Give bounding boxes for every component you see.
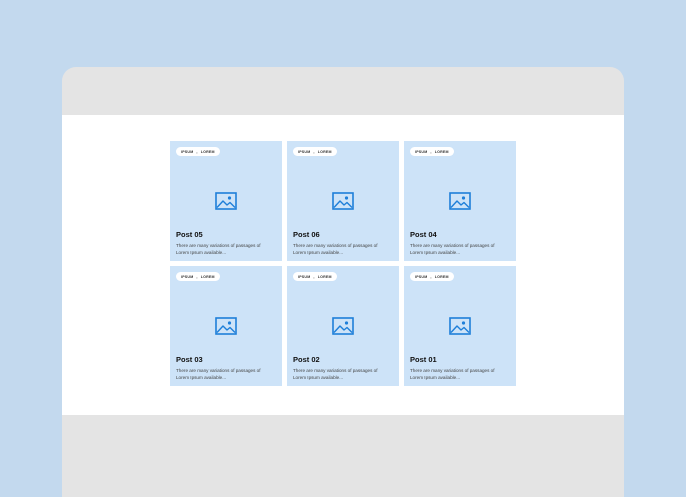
tag-separator: , — [430, 149, 432, 154]
tag-label[interactable]: LOREM — [201, 150, 215, 154]
post-excerpt: There are many variations of passages of… — [293, 367, 397, 381]
tag-label[interactable]: IPSUM — [415, 275, 427, 279]
image-icon — [332, 317, 354, 335]
post-excerpt: There are many variations of passages of… — [176, 367, 280, 381]
post-excerpt: There are many variations of passages of… — [293, 242, 397, 256]
post-excerpt: There are many variations of passages of… — [410, 242, 514, 256]
image-icon — [449, 317, 471, 335]
excerpt-line: Lorem Ipsum available... — [410, 375, 461, 380]
image-icon — [215, 192, 237, 210]
content-area: IPSUM , LOREM Post 05 There are many var… — [62, 115, 624, 415]
post-tags: IPSUM , LOREM — [293, 272, 337, 281]
post-card[interactable]: IPSUM , LOREM Post 01 There are many var… — [404, 266, 516, 386]
tag-separator: , — [313, 274, 315, 279]
tag-separator: , — [196, 274, 198, 279]
post-title[interactable]: Post 05 — [176, 230, 203, 239]
post-card[interactable]: IPSUM , LOREM Post 06 There are many var… — [287, 141, 399, 261]
tag-separator: , — [196, 149, 198, 154]
tag-label[interactable]: IPSUM — [298, 150, 310, 154]
post-title[interactable]: Post 01 — [410, 355, 437, 364]
tag-label[interactable]: IPSUM — [181, 150, 193, 154]
post-excerpt: There are many variations of passages of… — [410, 367, 514, 381]
excerpt-line: Lorem Ipsum available... — [176, 375, 227, 380]
post-tags: IPSUM , LOREM — [410, 147, 454, 156]
excerpt-line: Lorem Ipsum available... — [410, 250, 461, 255]
post-card[interactable]: IPSUM , LOREM Post 03 There are many var… — [170, 266, 282, 386]
post-title[interactable]: Post 02 — [293, 355, 320, 364]
image-icon — [449, 192, 471, 210]
post-title[interactable]: Post 06 — [293, 230, 320, 239]
excerpt-line: Lorem Ipsum available... — [176, 250, 227, 255]
tag-label[interactable]: LOREM — [435, 275, 449, 279]
excerpt-line: Lorem Ipsum available... — [293, 250, 344, 255]
excerpt-line: There are many variations of passages of — [176, 243, 261, 248]
excerpt-line: There are many variations of passages of — [410, 368, 495, 373]
post-title[interactable]: Post 04 — [410, 230, 437, 239]
post-tags: IPSUM , LOREM — [410, 272, 454, 281]
post-grid: IPSUM , LOREM Post 05 There are many var… — [170, 141, 516, 386]
post-card[interactable]: IPSUM , LOREM Post 02 There are many var… — [287, 266, 399, 386]
image-icon — [332, 192, 354, 210]
image-icon — [215, 317, 237, 335]
browser-window: IPSUM , LOREM Post 05 There are many var… — [62, 67, 624, 497]
excerpt-line: There are many variations of passages of — [176, 368, 261, 373]
post-tags: IPSUM , LOREM — [293, 147, 337, 156]
tag-label[interactable]: LOREM — [201, 275, 215, 279]
tag-label[interactable]: IPSUM — [181, 275, 193, 279]
post-tags: IPSUM , LOREM — [176, 272, 220, 281]
tag-label[interactable]: LOREM — [318, 275, 332, 279]
tag-separator: , — [313, 149, 315, 154]
tag-separator: , — [430, 274, 432, 279]
tag-label[interactable]: IPSUM — [298, 275, 310, 279]
post-card[interactable]: IPSUM , LOREM Post 04 There are many var… — [404, 141, 516, 261]
excerpt-line: There are many variations of passages of — [293, 243, 378, 248]
post-excerpt: There are many variations of passages of… — [176, 242, 280, 256]
tag-label[interactable]: LOREM — [435, 150, 449, 154]
post-tags: IPSUM , LOREM — [176, 147, 220, 156]
tag-label[interactable]: IPSUM — [415, 150, 427, 154]
excerpt-line: There are many variations of passages of — [293, 368, 378, 373]
excerpt-line: Lorem Ipsum available... — [293, 375, 344, 380]
tag-label[interactable]: LOREM — [318, 150, 332, 154]
post-card[interactable]: IPSUM , LOREM Post 05 There are many var… — [170, 141, 282, 261]
post-title[interactable]: Post 03 — [176, 355, 203, 364]
excerpt-line: There are many variations of passages of — [410, 243, 495, 248]
